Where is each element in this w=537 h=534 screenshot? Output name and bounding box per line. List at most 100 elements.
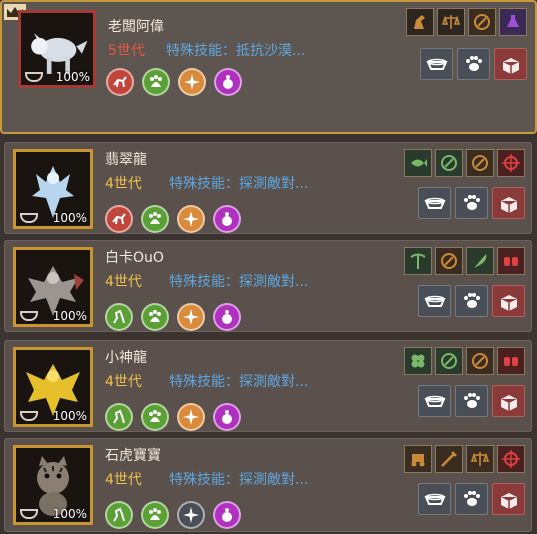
pet-info-button[interactable]: [455, 385, 488, 417]
pet-info-button[interactable]: [455, 187, 488, 219]
run-stat-icon: [105, 205, 133, 233]
pickaxe-icon: [404, 247, 432, 275]
pet-card[interactable]: 100% 白卡OuO 4世代 特殊技能：探測敵對...: [4, 240, 532, 332]
pet-info-button[interactable]: [455, 483, 488, 515]
pet-actions: [418, 385, 525, 417]
paw-stat-icon: [141, 205, 169, 233]
compass-stat-icon: [177, 403, 205, 431]
feed-button[interactable]: [418, 187, 451, 219]
release-box-icon: [500, 295, 517, 311]
feed-bowl-icon: [423, 493, 446, 505]
run-stat-icon: [105, 501, 133, 529]
pet-card[interactable]: 100% 小神龍 4世代 特殊技能：探測敵對...: [4, 340, 532, 432]
release-button[interactable]: [492, 385, 525, 417]
sack-stat-icon: [213, 501, 241, 529]
pet-traits: [404, 247, 525, 275]
pet-stats: [105, 403, 241, 431]
release-box-icon: [500, 493, 517, 509]
paw-icon: [463, 393, 480, 408]
pet-stats: [105, 303, 241, 331]
compass-stat-icon: [177, 303, 205, 331]
run-stat-icon: [105, 403, 133, 431]
release-box-icon: [500, 197, 517, 213]
pet-card[interactable]: 100% 翡翠龍 4世代 特殊技能：探測敵對...: [4, 142, 532, 234]
release-button[interactable]: [494, 48, 527, 80]
axe-icon: [435, 247, 463, 275]
gloves-icon: [497, 347, 525, 375]
pet-name: 白卡OuO: [105, 250, 164, 266]
scale-icon: [466, 445, 494, 473]
target-icon: [497, 149, 525, 177]
sack-stat-icon: [213, 303, 241, 331]
paw-stat-icon: [141, 501, 169, 529]
pet-traits: [404, 347, 525, 375]
horse-icon: [406, 8, 434, 36]
fish-icon: [404, 149, 432, 177]
run-stat-icon: [106, 68, 134, 96]
release-button[interactable]: [492, 285, 525, 317]
scale-icon: [437, 8, 465, 36]
carriage-icon: [404, 445, 432, 473]
clover-icon: [404, 347, 432, 375]
pet-traits: [406, 8, 527, 36]
feed-bowl-icon: [425, 58, 448, 70]
pet-actions: [418, 483, 525, 515]
pet-name: 翡翠龍: [105, 152, 147, 168]
paw-stat-icon: [142, 68, 170, 96]
potion-icon: [499, 8, 527, 36]
pickaxe-icon: [468, 8, 496, 36]
pet-traits: [404, 149, 525, 177]
feed-button[interactable]: [420, 48, 453, 80]
pickaxe-icon: [466, 149, 494, 177]
compass-stat-icon: [177, 205, 205, 233]
pet-info-button[interactable]: [455, 285, 488, 317]
target-icon: [497, 445, 525, 473]
compass-stat-icon: [177, 501, 205, 529]
pet-portrait: 100%: [18, 10, 96, 88]
paw-icon: [463, 293, 480, 308]
pet-stats: [105, 501, 241, 529]
pet-info-button[interactable]: [457, 48, 490, 80]
sack-stat-icon: [213, 403, 241, 431]
feed-button[interactable]: [418, 285, 451, 317]
pet-actions: [418, 285, 525, 317]
release-box-icon: [502, 58, 519, 74]
pet-skill: 特殊技能：探測敵對...: [169, 374, 309, 390]
pet-generation: 4世代: [105, 274, 142, 290]
pet-name: 小神龍: [105, 350, 147, 366]
pet-portrait: 100%: [13, 247, 93, 327]
pet-name: 石虎寶寶: [105, 448, 161, 464]
satiety-value: 100%: [52, 309, 87, 323]
pet-skill: 特殊技能：探測敵對...: [169, 176, 309, 192]
compass-stat-icon: [178, 68, 206, 96]
release-box-icon: [500, 395, 517, 411]
gloves-icon: [497, 247, 525, 275]
tool-icon: [435, 445, 463, 473]
paw-stat-icon: [141, 303, 169, 331]
feed-button[interactable]: [418, 385, 451, 417]
pet-actions: [418, 187, 525, 219]
pet-card[interactable]: 100% 老闆阿偉 5世代 特殊技能：抵抗沙漠...: [0, 0, 537, 134]
axe-icon: [435, 149, 463, 177]
release-button[interactable]: [492, 483, 525, 515]
pet-skill: 特殊技能：探測敵對...: [169, 472, 309, 488]
pet-generation: 5世代: [108, 43, 145, 59]
satiety-value: 100%: [52, 409, 87, 423]
release-button[interactable]: [492, 187, 525, 219]
pet-stats: [105, 205, 241, 233]
pet-traits: [404, 445, 525, 473]
pet-card[interactable]: 100% 石虎寶寶 4世代 特殊技能：探測敵對...: [4, 438, 532, 532]
feed-button[interactable]: [418, 483, 451, 515]
satiety-value: 100%: [55, 70, 90, 84]
paw-icon: [465, 56, 482, 71]
paw-icon: [463, 491, 480, 506]
pet-name: 老闆阿偉: [108, 19, 164, 35]
pet-generation: 4世代: [105, 176, 142, 192]
satiety-value: 100%: [52, 507, 87, 521]
feed-bowl-icon: [423, 395, 446, 407]
pet-generation: 4世代: [105, 472, 142, 488]
pet-portrait: 100%: [13, 149, 93, 229]
feed-bowl-icon: [423, 295, 446, 307]
pet-generation: 4世代: [105, 374, 142, 390]
paw-stat-icon: [141, 403, 169, 431]
